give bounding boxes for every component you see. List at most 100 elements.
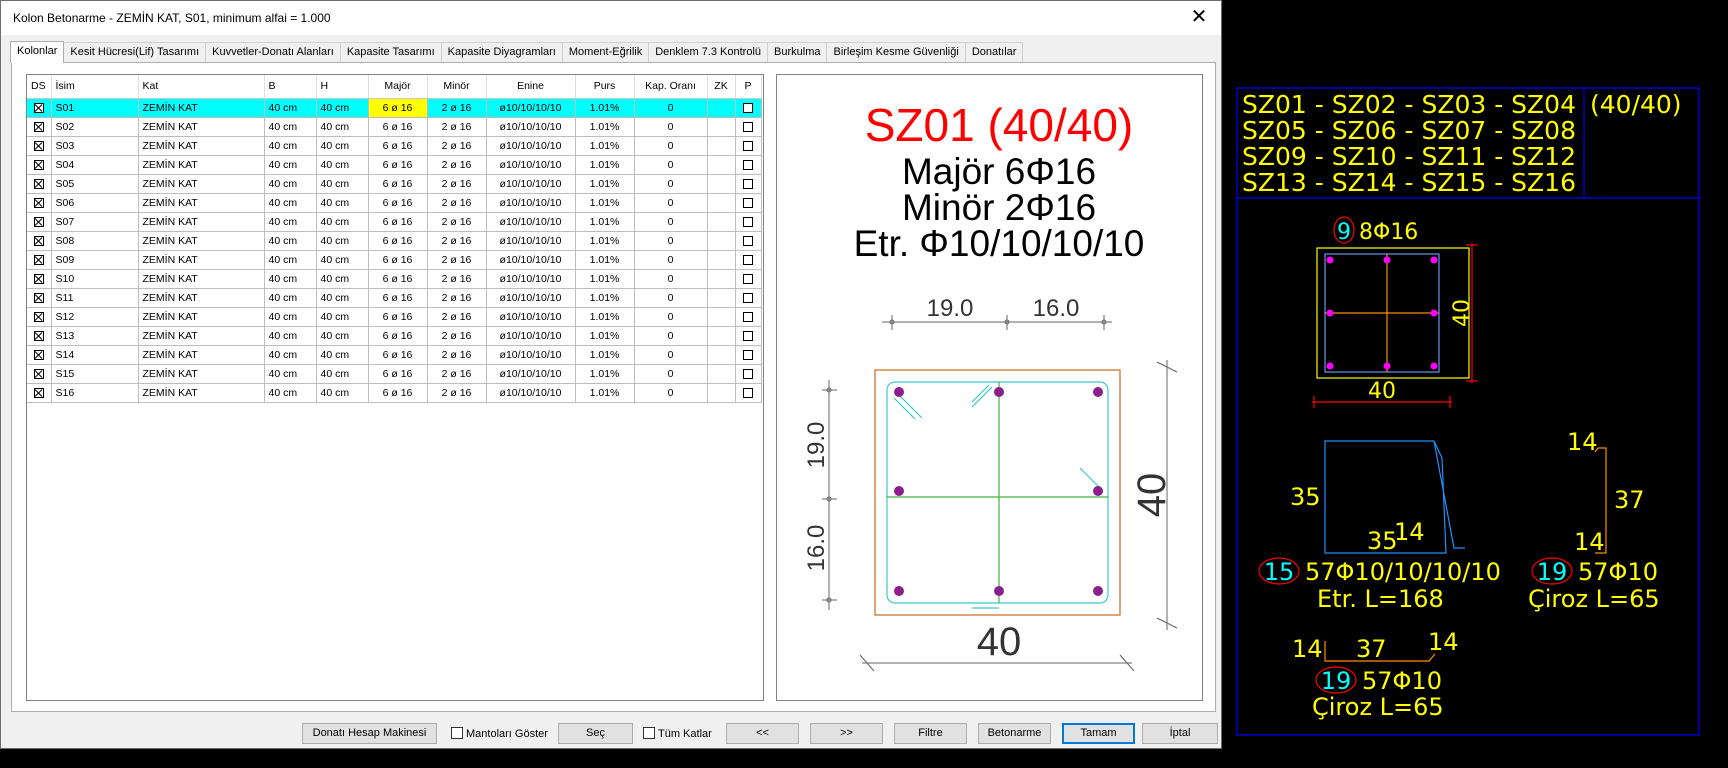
cancel-button[interactable]: İptal (1142, 723, 1218, 744)
cell-p[interactable] (735, 345, 762, 365)
cell-kap[interactable]: 0 (634, 326, 708, 346)
cell-b[interactable]: 40 cm (264, 155, 317, 175)
cell-kat[interactable]: ZEMİN KAT (138, 117, 265, 137)
cell-b[interactable]: 40 cm (264, 193, 317, 213)
tab-kuvvetler-donati[interactable]: Kuvvetler-Donatı Alanları (205, 42, 341, 63)
cell-zk[interactable] (707, 364, 736, 384)
cell-kat[interactable]: ZEMİN KAT (138, 345, 265, 365)
cell-enine[interactable]: ø10/10/10/10 (486, 364, 576, 384)
cell-enine[interactable]: ø10/10/10/10 (486, 212, 576, 232)
col-header-kat[interactable]: Kat (138, 75, 265, 99)
table-row[interactable]: S03 ZEMİN KAT 40 cm 40 cm 6 ø 16 2 ø 16 ø10/10… (27, 136, 762, 156)
col-header-minor[interactable]: Minör (427, 75, 487, 99)
cell-h[interactable]: 40 cm (316, 117, 369, 137)
cell-purs[interactable]: 1.01% (575, 193, 635, 213)
cell-zk[interactable] (707, 174, 736, 194)
cell-p[interactable] (735, 307, 762, 327)
col-header-zk[interactable]: ZK (707, 75, 736, 99)
table-row[interactable]: S15 ZEMİN KAT 40 cm 40 cm 6 ø 16 2 ø 16 ø10/10… (27, 364, 762, 384)
cell-kat[interactable]: ZEMİN KAT (138, 383, 265, 403)
cell-major[interactable]: 6 ø 16 (368, 174, 428, 194)
cell-zk[interactable] (707, 307, 736, 327)
cell-h[interactable]: 40 cm (316, 212, 369, 232)
cell-minor[interactable]: 2 ø 16 (427, 307, 487, 327)
cell-kap[interactable]: 0 (634, 117, 708, 137)
cell-kap[interactable]: 0 (634, 155, 708, 175)
p-checkbox[interactable] (743, 216, 753, 227)
show-jackets-box[interactable] (451, 727, 463, 739)
cell-purs[interactable]: 1.01% (575, 174, 635, 194)
cell-enine[interactable]: ø10/10/10/10 (486, 136, 576, 156)
cell-ds[interactable] (27, 117, 52, 137)
cell-name[interactable]: S14 (51, 345, 139, 365)
cell-minor[interactable]: 2 ø 16 (427, 326, 487, 346)
tab-kapasite-tasarimi[interactable]: Kapasite Tasarımı (339, 42, 442, 63)
p-checkbox[interactable] (743, 178, 753, 189)
cell-ds[interactable] (27, 231, 52, 251)
cell-zk[interactable] (707, 155, 736, 175)
cell-kat[interactable]: ZEMİN KAT (138, 155, 265, 175)
cell-ds[interactable] (27, 364, 52, 384)
cell-name[interactable]: S11 (51, 288, 139, 308)
cell-p[interactable] (735, 288, 762, 308)
p-checkbox[interactable] (743, 349, 753, 360)
ds-checkbox[interactable] (33, 216, 44, 227)
cell-name[interactable]: S12 (51, 307, 139, 327)
cell-name[interactable]: S10 (51, 269, 139, 289)
cell-minor[interactable]: 2 ø 16 (427, 269, 487, 289)
p-checkbox[interactable] (743, 254, 753, 265)
cell-purs[interactable]: 1.01% (575, 364, 635, 384)
cell-ds[interactable] (27, 307, 52, 327)
cell-h[interactable]: 40 cm (316, 288, 369, 308)
cell-h[interactable]: 40 cm (316, 155, 369, 175)
cell-enine[interactable]: ø10/10/10/10 (486, 345, 576, 365)
cell-minor[interactable]: 2 ø 16 (427, 250, 487, 270)
cell-h[interactable]: 40 cm (316, 364, 369, 384)
cell-major[interactable]: 6 ø 16 (368, 231, 428, 251)
cell-b[interactable]: 40 cm (264, 345, 317, 365)
cell-b[interactable]: 40 cm (264, 383, 317, 403)
cell-p[interactable] (735, 250, 762, 270)
cell-minor[interactable]: 2 ø 16 (427, 136, 487, 156)
cell-b[interactable]: 40 cm (264, 136, 317, 156)
table-row[interactable]: S13 ZEMİN KAT 40 cm 40 cm 6 ø 16 2 ø 16 ø10/10… (27, 326, 762, 346)
cell-major[interactable]: 6 ø 16 (368, 98, 428, 118)
cell-enine[interactable]: ø10/10/10/10 (486, 155, 576, 175)
all-floors-box[interactable] (643, 727, 655, 739)
cell-p[interactable] (735, 231, 762, 251)
cell-purs[interactable]: 1.01% (575, 98, 635, 118)
table-row[interactable]: S05 ZEMİN KAT 40 cm 40 cm 6 ø 16 2 ø 16 ø10/10… (27, 174, 762, 194)
col-header-p[interactable]: P (735, 75, 762, 99)
ds-checkbox[interactable] (33, 102, 44, 113)
ds-checkbox[interactable] (33, 273, 44, 284)
cell-kat[interactable]: ZEMİN KAT (138, 250, 265, 270)
rebar-calculator-button[interactable]: Donatı Hesap Makinesi (302, 723, 437, 744)
cell-enine[interactable]: ø10/10/10/10 (486, 383, 576, 403)
cell-ds[interactable] (27, 288, 52, 308)
table-row[interactable]: S01 ZEMİN KAT 40 cm 40 cm 6 ø 16 2 ø 16 ø10/10… (27, 98, 762, 118)
cell-b[interactable]: 40 cm (264, 250, 317, 270)
cell-b[interactable]: 40 cm (264, 174, 317, 194)
cell-ds[interactable] (27, 326, 52, 346)
tab-donatilar[interactable]: Donatılar (964, 42, 1024, 63)
ds-checkbox[interactable] (33, 178, 44, 189)
cell-enine[interactable]: ø10/10/10/10 (486, 98, 576, 118)
cell-h[interactable]: 40 cm (316, 326, 369, 346)
tab-moment-egrilik[interactable]: Moment-Eğrilik (561, 42, 650, 63)
cell-h[interactable]: 40 cm (316, 98, 369, 118)
table-row[interactable]: S08 ZEMİN KAT 40 cm 40 cm 6 ø 16 2 ø 16 ø10/10… (27, 231, 762, 251)
cell-enine[interactable]: ø10/10/10/10 (486, 231, 576, 251)
cell-ds[interactable] (27, 212, 52, 232)
cell-enine[interactable]: ø10/10/10/10 (486, 326, 576, 346)
cell-kap[interactable]: 0 (634, 383, 708, 403)
col-header-b[interactable]: B (264, 75, 317, 99)
cell-purs[interactable]: 1.01% (575, 117, 635, 137)
cell-h[interactable]: 40 cm (316, 231, 369, 251)
cell-enine[interactable]: ø10/10/10/10 (486, 269, 576, 289)
cell-major[interactable]: 6 ø 16 (368, 383, 428, 403)
cell-major[interactable]: 6 ø 16 (368, 269, 428, 289)
cell-p[interactable] (735, 364, 762, 384)
cell-purs[interactable]: 1.01% (575, 155, 635, 175)
cell-major[interactable]: 6 ø 16 (368, 364, 428, 384)
cell-p[interactable] (735, 269, 762, 289)
